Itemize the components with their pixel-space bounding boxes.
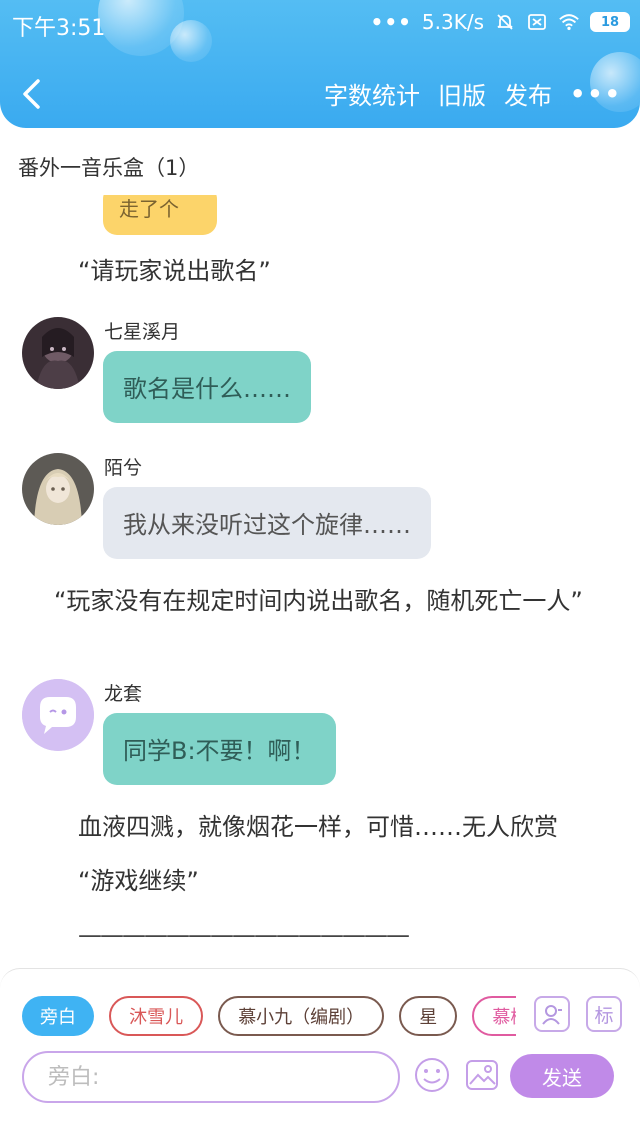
narration-line: “游戏继续”: [78, 867, 199, 895]
back-button[interactable]: [20, 74, 50, 114]
word-count-button[interactable]: 字数统计: [324, 76, 420, 111]
chat-message: 龙套 同学B:不要！啊！: [22, 679, 622, 791]
message-input-container[interactable]: [22, 1051, 400, 1103]
publish-button[interactable]: 发布: [504, 76, 552, 111]
chapter-title: 番外一音乐盒（1）: [18, 156, 200, 180]
role-chip[interactable]: 慕小九（编剧）: [218, 996, 385, 1036]
role-chips[interactable]: 旁白 沐雪儿 慕小九（编剧） 星 慕樨: [22, 996, 516, 1036]
message-bubble: 歌名是什么……: [103, 351, 311, 423]
role-chip-narrator[interactable]: 旁白: [22, 996, 94, 1036]
mute-bell-icon: [494, 11, 516, 33]
status-indicators: ••• 5.3K/s 18: [371, 10, 630, 34]
chat-message: 七星溪月 歌名是什么……: [22, 317, 622, 429]
message-text: 走了个: [119, 197, 179, 221]
separator-line: ———————————————: [78, 921, 410, 949]
message-bubble: 我从来没听过这个旋律……: [103, 487, 431, 559]
story-content[interactable]: 走了个 “请玩家说出歌名” 七星溪月 歌名是什么…… 陌兮 我从来没听过这个旋律…: [0, 195, 640, 965]
status-time: 下午3:51: [12, 16, 106, 41]
tag-button[interactable]: 标: [586, 996, 622, 1032]
narration-line: “请玩家说出歌名”: [78, 257, 271, 285]
chevron-left-icon: [23, 79, 40, 109]
manage-roles-button[interactable]: [534, 996, 570, 1032]
send-button[interactable]: 发送: [510, 1054, 614, 1098]
status-bar: 下午3:51 ••• 5.3K/s 18: [0, 0, 640, 46]
more-button[interactable]: •••: [570, 80, 622, 108]
battery-icon: 18: [590, 12, 630, 32]
user-icon: [542, 1005, 562, 1025]
network-speed: 5.3K/s: [421, 10, 484, 34]
role-chip[interactable]: 慕樨: [472, 996, 516, 1036]
emoji-button[interactable]: [412, 1055, 452, 1095]
nav-actions: 字数统计 旧版 发布 •••: [324, 76, 622, 111]
old-version-button[interactable]: 旧版: [438, 76, 486, 111]
sender-name: 龙套: [104, 683, 143, 705]
sim-card-icon: [526, 11, 548, 33]
avatar[interactable]: [22, 453, 94, 525]
sender-name: 七星溪月: [104, 321, 181, 343]
message-input[interactable]: [48, 1064, 374, 1090]
header: 下午3:51 ••• 5.3K/s 18 字数统计 旧版 发布 •••: [0, 0, 640, 128]
role-chip[interactable]: 沐雪儿: [109, 996, 204, 1036]
narration-line: “玩家没有在规定时间内说出歌名，随机死亡一人”: [30, 587, 583, 615]
smiley-icon: [415, 1058, 449, 1092]
notification-dots: •••: [370, 10, 412, 34]
composer-panel: 旁白 沐雪儿 慕小九（编剧） 星 慕樨 标 发送: [0, 968, 640, 1138]
avatar[interactable]: [22, 317, 94, 389]
image-icon: [466, 1060, 498, 1090]
sender-name: 陌兮: [104, 457, 143, 479]
image-button[interactable]: [462, 1055, 502, 1095]
chat-message: 陌兮 我从来没听过这个旋律……: [22, 453, 622, 565]
message-bubble: 同学B:不要！啊！: [103, 713, 336, 785]
avatar[interactable]: [22, 679, 94, 751]
navbar: 字数统计 旧版 发布 •••: [0, 66, 640, 126]
message-bubble: 走了个: [103, 195, 217, 235]
narration-line: 血液四溅，就像烟花一样，可惜……无人欣赏: [78, 813, 558, 841]
role-chip[interactable]: 星: [399, 996, 458, 1036]
wifi-icon: [558, 11, 580, 33]
